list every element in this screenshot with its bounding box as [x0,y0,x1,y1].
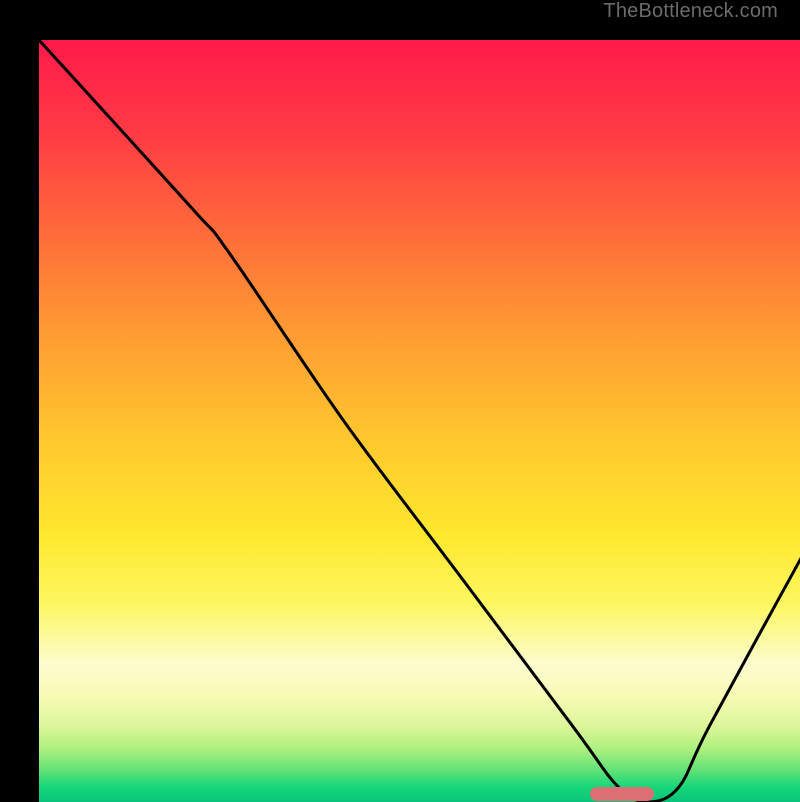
bottleneck-curve [39,40,800,802]
optimal-range-marker [590,787,654,801]
chart-frame [0,0,800,800]
plot-area [39,40,800,802]
watermark: TheBottleneck.com [603,0,778,23]
